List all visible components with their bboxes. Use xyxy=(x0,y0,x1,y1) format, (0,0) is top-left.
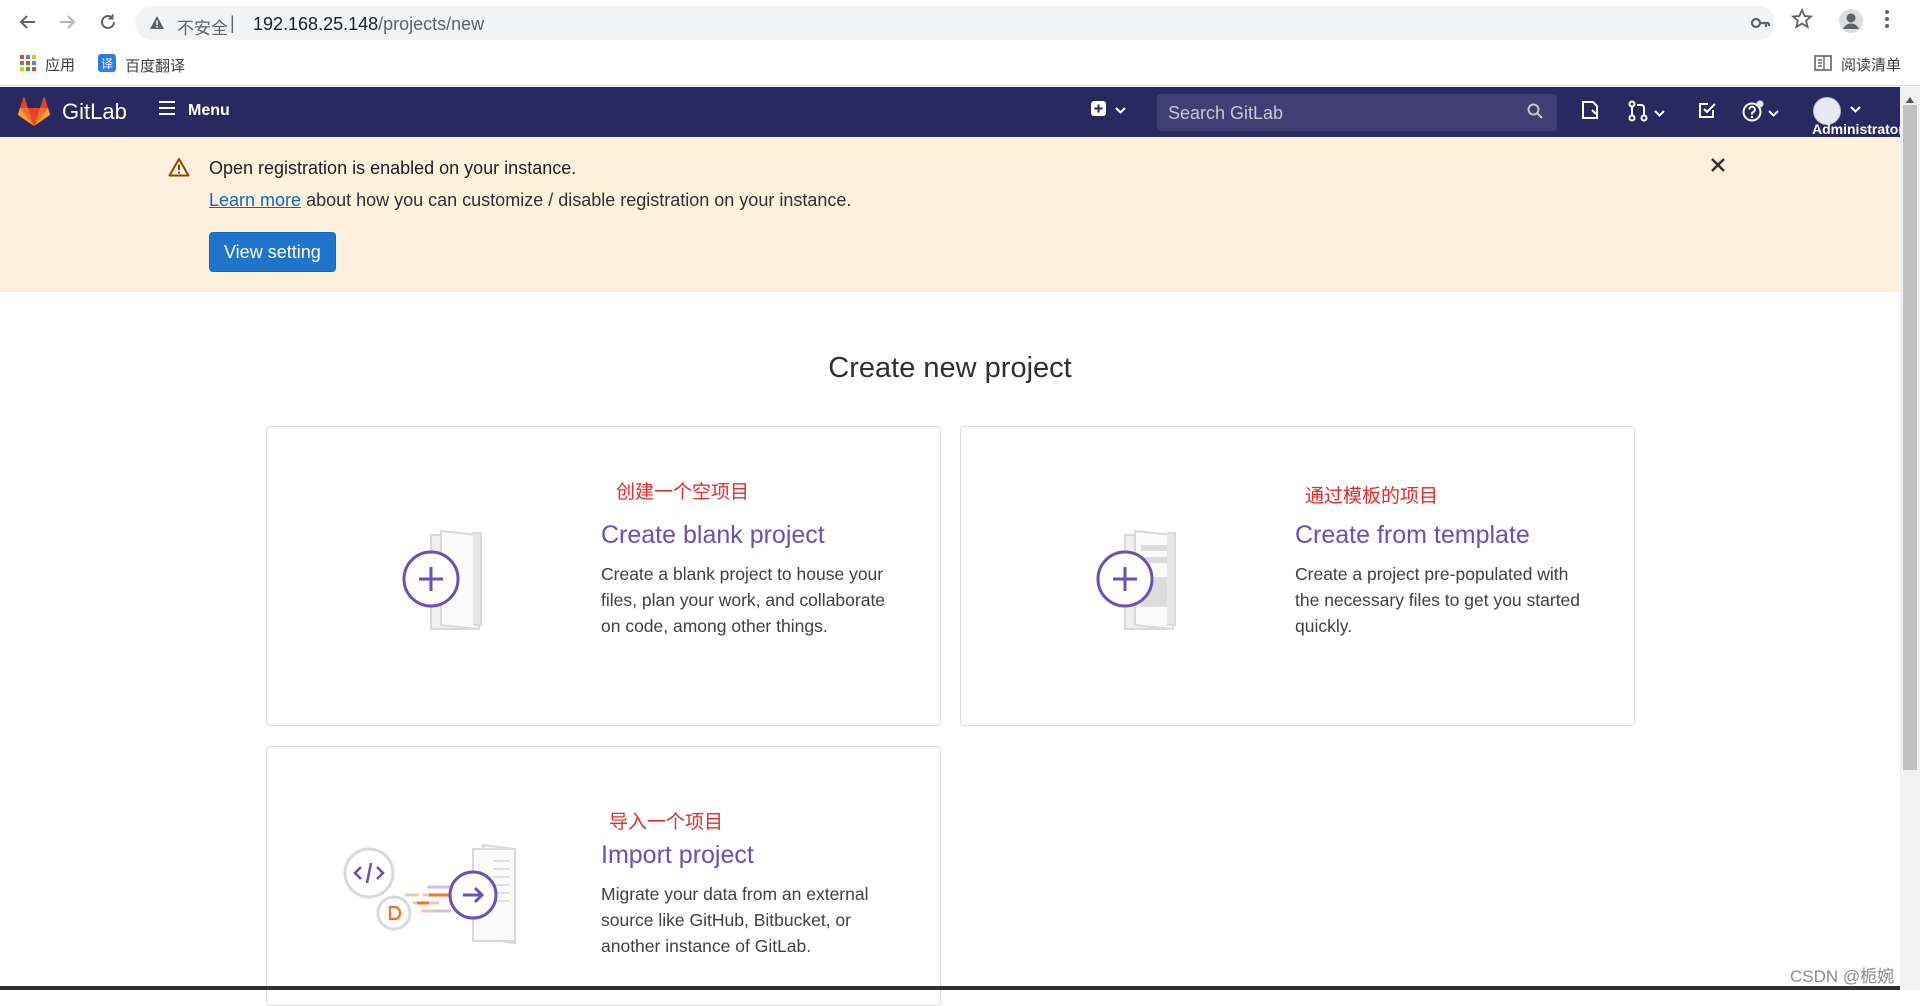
bookmark-baidu-translate-label: 百度翻译 xyxy=(125,57,186,75)
help-question-icon xyxy=(1742,100,1764,127)
address-separator: | xyxy=(230,13,235,33)
bookmarks-bar: 应用 译 百度翻译 阅读清单 xyxy=(0,44,1920,86)
watermark: CSDN @栀婉 xyxy=(1790,967,1895,986)
import-project-card[interactable]: 导入一个项目 Import project Migrate your data … xyxy=(266,746,941,1006)
search-box[interactable]: Search GitLab xyxy=(1157,94,1557,131)
chevron-down-icon xyxy=(1115,102,1126,120)
gitlab-logo-icon[interactable] xyxy=(18,97,50,132)
import-project-illustration-icon xyxy=(343,843,543,958)
key-icon[interactable] xyxy=(1750,14,1771,37)
alert-title: Open registration is enabled on your ins… xyxy=(209,158,577,178)
issues-icon xyxy=(1580,100,1600,125)
insecure-label: 不安全 xyxy=(177,19,228,38)
gitlab-brand[interactable]: GitLab xyxy=(62,99,127,125)
card-annotation: 通过模板的项目 xyxy=(1305,486,1439,507)
url-host: 192.168.25.148 xyxy=(253,14,379,34)
browser-menu-icon[interactable] xyxy=(1884,8,1890,35)
plus-square-icon xyxy=(1090,100,1107,122)
page-title: Create new project xyxy=(828,352,1072,384)
view-setting-button[interactable]: View setting xyxy=(209,232,336,272)
bookmark-apps[interactable]: 应用 xyxy=(20,54,75,75)
translate-icon: 译 xyxy=(98,54,116,76)
bottom-edge xyxy=(0,986,1900,990)
blank-project-illustration-icon xyxy=(401,527,511,637)
address-bar[interactable]: 不安全 | 192.168.25.148/projects/new xyxy=(135,6,1775,40)
url-text: 192.168.25.148/projects/new xyxy=(253,14,484,35)
merge-request-icon xyxy=(1628,100,1648,127)
forward-icon[interactable] xyxy=(55,10,79,34)
learn-more-link[interactable]: Learn more xyxy=(209,190,301,210)
user-name[interactable]: Administrator xyxy=(1812,121,1900,137)
card-description: Create a project pre-populated with the … xyxy=(1295,564,1581,636)
help-dropdown[interactable] xyxy=(1742,100,1779,127)
bookmark-star-icon[interactable] xyxy=(1790,7,1814,35)
svg-text:译: 译 xyxy=(101,57,113,71)
card-description: Migrate your data from an external sourc… xyxy=(601,884,869,956)
hamburger-icon xyxy=(158,100,176,121)
card-title[interactable]: Import project xyxy=(601,841,754,870)
create-blank-project-card[interactable]: 创建一个空项目 Create blank project Create a bl… xyxy=(266,426,941,726)
reload-icon[interactable] xyxy=(96,10,120,34)
card-annotation: 导入一个项目 xyxy=(609,812,724,833)
warning-icon xyxy=(168,157,190,182)
url-path: /projects/new xyxy=(378,14,485,34)
registration-alert: Open registration is enabled on your ins… xyxy=(0,137,1900,292)
create-from-template-card[interactable]: 通过模板的项目 Create from template Create a pr… xyxy=(960,426,1635,726)
menu-label: Menu xyxy=(188,101,230,119)
template-project-illustration-icon xyxy=(1095,527,1205,637)
todo-check-icon xyxy=(1697,100,1717,125)
browser-toolbar: 不安全 | 192.168.25.148/projects/new xyxy=(0,0,1920,44)
card-description: Create a blank project to house your fil… xyxy=(601,564,886,636)
menu-button[interactable]: Menu xyxy=(158,100,230,121)
card-title[interactable]: Create blank project xyxy=(601,521,825,550)
back-icon[interactable] xyxy=(16,10,40,34)
card-title[interactable]: Create from template xyxy=(1295,521,1530,550)
search-icon xyxy=(1527,103,1543,124)
page-scrollbar[interactable] xyxy=(1900,87,1920,990)
alert-body: Learn more about how you can customize /… xyxy=(209,190,851,211)
bookmark-baidu-translate[interactable]: 译 百度翻译 xyxy=(98,54,185,76)
reading-list[interactable]: 阅读清单 xyxy=(1814,54,1901,75)
scroll-thumb[interactable] xyxy=(1903,105,1917,770)
alert-body-text: about how you can customize / disable re… xyxy=(301,190,852,210)
chevron-down-icon[interactable] xyxy=(1850,106,1861,114)
bookmark-apps-label: 应用 xyxy=(45,57,76,74)
chevron-down-icon xyxy=(1654,105,1665,123)
reading-list-label: 阅读清单 xyxy=(1841,57,1902,74)
todos-button[interactable] xyxy=(1697,100,1717,125)
issues-button[interactable] xyxy=(1580,100,1600,125)
warning-icon xyxy=(149,15,165,36)
new-dropdown[interactable] xyxy=(1090,100,1126,122)
chevron-down-icon xyxy=(1768,105,1779,123)
search-input[interactable]: Search GitLab xyxy=(1168,103,1283,124)
reading-list-icon xyxy=(1814,54,1832,75)
gitlab-navbar: GitLab Menu Search GitLab Administrator xyxy=(0,87,1900,137)
merge-requests-dropdown[interactable] xyxy=(1628,100,1665,127)
card-annotation: 创建一个空项目 xyxy=(616,482,750,503)
profile-icon[interactable] xyxy=(1838,8,1864,39)
close-icon[interactable] xyxy=(1710,157,1726,178)
apps-grid-icon xyxy=(20,54,36,75)
